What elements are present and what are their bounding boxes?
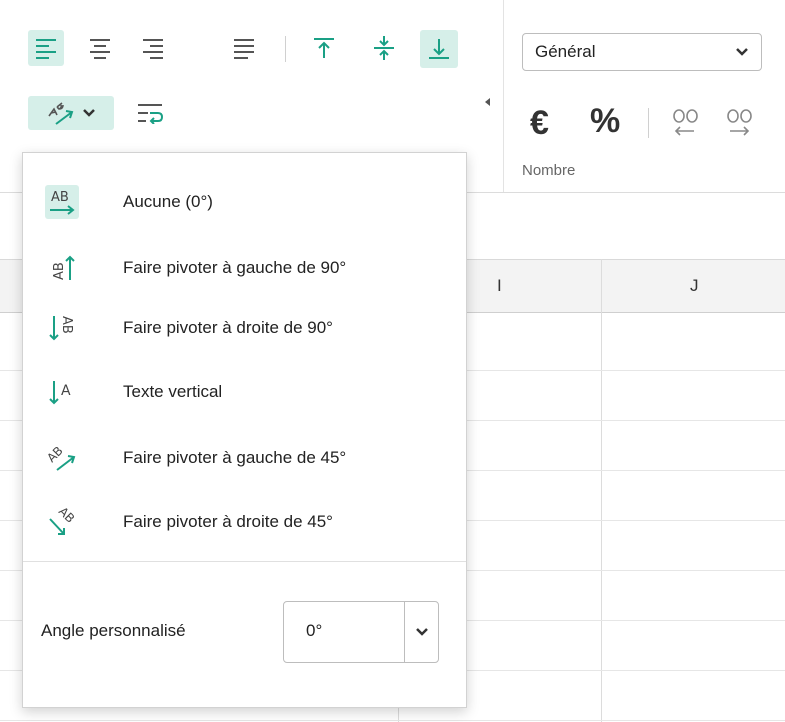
align-left-button[interactable] <box>28 30 64 66</box>
number-group-label: Nombre <box>522 162 576 179</box>
custom-angle-label: Angle personnalisé <box>41 621 186 640</box>
wrap-text-icon <box>138 104 164 124</box>
toolbar-separator <box>285 36 286 62</box>
align-bottom-icon <box>429 39 449 59</box>
svg-text:AB: AB <box>56 507 77 526</box>
menu-item-rotate-left-90[interactable]: AB Faire pivoter à gauche de 90° <box>23 239 466 297</box>
svg-text:A: A <box>61 383 71 399</box>
column-divider <box>601 259 602 722</box>
text-orientation-button[interactable] <box>28 96 114 130</box>
menu-item-label: Texte vertical <box>123 382 223 401</box>
menu-separator <box>23 561 466 562</box>
custom-angle-dropdown-button[interactable] <box>405 602 438 662</box>
column-header-i[interactable]: I <box>497 276 502 296</box>
text-orientation-menu: AB Aucune (0°) AB Faire pivoter à gauche… <box>22 152 467 708</box>
vertical-text-icon: A <box>45 375 79 409</box>
angle-counterclockwise-icon: AB <box>45 441 79 475</box>
angle-counterclockwise-icon <box>48 102 74 125</box>
decrease-decimal-button[interactable] <box>666 104 706 140</box>
align-top-icon <box>314 38 334 58</box>
custom-angle-value[interactable]: 0° <box>306 621 322 641</box>
rotate-up-icon: AB <box>45 251 79 285</box>
custom-angle-field[interactable]: 0° <box>283 601 439 663</box>
svg-text:AB: AB <box>52 262 67 280</box>
decrease-decimal-icon <box>673 109 698 136</box>
menu-item-label: Faire pivoter à gauche de 45° <box>123 448 347 467</box>
justify-icon <box>234 39 254 59</box>
chevron-down-icon <box>736 48 748 56</box>
number-format-value: Général <box>535 42 596 61</box>
justify-button[interactable] <box>226 30 262 66</box>
group-separator <box>503 0 504 192</box>
percent-format-button[interactable]: % <box>590 102 620 141</box>
svg-text:AB: AB <box>51 190 69 205</box>
svg-text:AB: AB <box>59 316 74 334</box>
menu-item-label: Faire pivoter à gauche de 90° <box>123 258 347 277</box>
currency-format-button[interactable]: € <box>530 104 549 143</box>
row-line <box>0 720 785 721</box>
rotate-down-icon: AB <box>45 311 79 345</box>
menu-item-label: Faire pivoter à droite de 45° <box>123 512 333 531</box>
chevron-down-icon <box>83 109 95 117</box>
svg-text:AB: AB <box>47 444 66 466</box>
menu-item-none[interactable]: AB Aucune (0°) <box>23 173 466 231</box>
menu-item-vertical-text[interactable]: A Texte vertical <box>23 363 466 421</box>
align-middle-icon <box>374 36 394 60</box>
align-right-button[interactable] <box>135 30 171 66</box>
wrap-text-button[interactable] <box>130 96 170 130</box>
align-center-icon <box>90 39 110 59</box>
chevron-down-icon <box>415 628 428 636</box>
text-horizontal-icon: AB <box>45 185 79 219</box>
align-left-icon <box>36 39 56 59</box>
column-header-j[interactable]: J <box>690 276 699 296</box>
menu-item-label: Faire pivoter à droite de 90° <box>123 318 333 337</box>
menu-item-label: Aucune (0°) <box>123 192 213 211</box>
align-center-button[interactable] <box>82 30 118 66</box>
group-expand-arrow-icon[interactable] <box>484 97 492 107</box>
align-right-icon <box>143 39 163 59</box>
number-format-select[interactable]: Général <box>522 33 762 71</box>
toolbar-separator <box>648 108 649 138</box>
menu-item-rotate-right-45[interactable]: AB Faire pivoter à droite de 45° <box>23 493 466 551</box>
align-top-button[interactable] <box>306 30 342 66</box>
increase-decimal-icon <box>727 109 752 136</box>
menu-item-rotate-left-45[interactable]: AB Faire pivoter à gauche de 45° <box>23 429 466 487</box>
align-bottom-button[interactable] <box>420 30 458 68</box>
angle-clockwise-icon: AB <box>45 505 79 539</box>
increase-decimal-button[interactable] <box>720 104 760 140</box>
align-middle-button[interactable] <box>366 30 402 66</box>
menu-item-rotate-right-90[interactable]: AB Faire pivoter à droite de 90° <box>23 299 466 357</box>
